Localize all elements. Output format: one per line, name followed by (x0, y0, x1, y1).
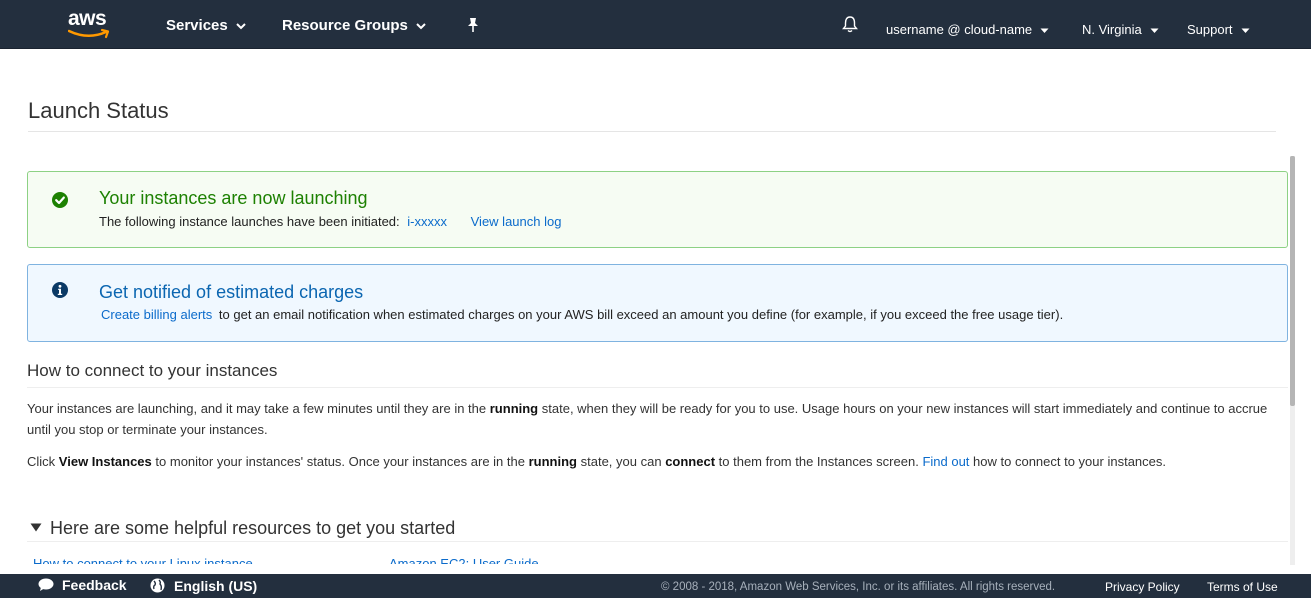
success-alert-text: The following instance launches have bee… (99, 214, 400, 229)
ec2-user-guide-link[interactable]: Amazon EC2: User Guide (389, 556, 539, 564)
section-divider (27, 387, 1288, 388)
aws-logo-text: aws (68, 7, 107, 30)
para-text: how to connect to your instances. (973, 454, 1166, 469)
resource-links: How to connect to your Linux instance Am… (27, 554, 1287, 564)
support-label: Support (1187, 22, 1233, 37)
connect-text: connect (665, 454, 716, 469)
triangle-down-icon (30, 523, 42, 532)
support-menu[interactable]: Support (1187, 22, 1250, 38)
feedback-button[interactable]: Feedback (38, 578, 127, 593)
check-circle-icon (52, 192, 68, 208)
para-text: to monitor your instances' status. Once … (155, 454, 525, 469)
language-selector[interactable]: English (US) (150, 578, 257, 594)
section-divider (27, 541, 1288, 542)
aws-smile-icon (68, 28, 110, 39)
resources-section-toggle[interactable]: Here are some helpful resources to get y… (30, 518, 455, 538)
footer-bar: Feedback English (US) © 2008 - 2018, Ama… (0, 574, 1311, 598)
page-title: Launch Status (28, 98, 169, 123)
speech-bubble-icon (38, 578, 54, 591)
info-alert-text: to get an email notification when estima… (218, 307, 1064, 322)
region-menu[interactable]: N. Virginia (1082, 22, 1159, 38)
privacy-policy-link[interactable]: Privacy Policy (1105, 580, 1180, 595)
para-text: Your instances are launching, and it may… (27, 401, 487, 416)
aws-logo[interactable]: aws (68, 8, 116, 42)
account-label: username @ cloud-name (886, 22, 1033, 37)
copyright-text: © 2008 - 2018, Amazon Web Services, Inc.… (661, 581, 1056, 593)
info-circle-icon (52, 282, 68, 298)
services-menu[interactable]: Services (166, 17, 246, 35)
linux-connect-link[interactable]: How to connect to your Linux instance (33, 556, 253, 564)
feedback-label: Feedback (62, 577, 127, 593)
chevron-down-icon (416, 22, 426, 29)
resource-groups-label: Resource Groups (282, 17, 408, 34)
para-text: to them from the Instances screen. (718, 454, 919, 469)
top-navigation-bar: aws Services Resource Groups username @ … (0, 0, 1311, 49)
info-alert-title: Get notified of estimated charges (99, 282, 364, 302)
chevron-down-icon (1150, 28, 1159, 33)
connect-paragraph-1: Your instances are launching, and it may… (27, 398, 1277, 440)
chevron-down-icon (1040, 28, 1049, 33)
connect-section-title: How to connect to your instances (27, 361, 278, 380)
globe-icon (150, 578, 165, 593)
resources-section-title: Here are some helpful resources to get y… (50, 518, 456, 538)
para-text: Click (27, 454, 56, 469)
view-launch-log-link[interactable]: View launch log (471, 214, 562, 229)
services-label: Services (166, 17, 228, 34)
find-out-link[interactable]: Find out (922, 454, 969, 469)
billing-info-alert: Get notified of estimated charges Create… (27, 264, 1288, 342)
info-alert-body: Create billing alerts to get an email no… (101, 307, 1063, 323)
create-billing-alerts-link[interactable]: Create billing alerts (101, 307, 212, 322)
running-state-text: running (489, 401, 539, 416)
success-alert-body: The following instance launches have bee… (99, 214, 561, 230)
main-content: Launch Status Your instances are now lau… (0, 49, 1311, 565)
chevron-down-icon (236, 22, 246, 29)
pin-icon[interactable] (466, 17, 480, 33)
bell-icon[interactable] (842, 15, 858, 33)
title-divider (28, 131, 1276, 132)
connect-paragraph-2: Click View Instances to monitor your ins… (27, 451, 1277, 472)
language-label: English (US) (174, 578, 258, 594)
scrollbar-thumb[interactable] (1290, 156, 1295, 406)
chevron-down-icon (1241, 28, 1250, 33)
success-alert-title: Your instances are now launching (99, 188, 368, 208)
view-instances-text: View Instances (58, 454, 152, 469)
resource-groups-menu[interactable]: Resource Groups (282, 17, 426, 35)
region-label: N. Virginia (1082, 22, 1142, 37)
para-text: state, you can (580, 454, 662, 469)
running-state-text: running (528, 454, 577, 469)
terms-of-use-link[interactable]: Terms of Use (1207, 580, 1278, 595)
launch-success-alert: Your instances are now launching The fol… (27, 171, 1288, 248)
account-menu[interactable]: username @ cloud-name (886, 22, 1049, 38)
instance-id-link[interactable]: i-xxxxx (407, 214, 447, 229)
